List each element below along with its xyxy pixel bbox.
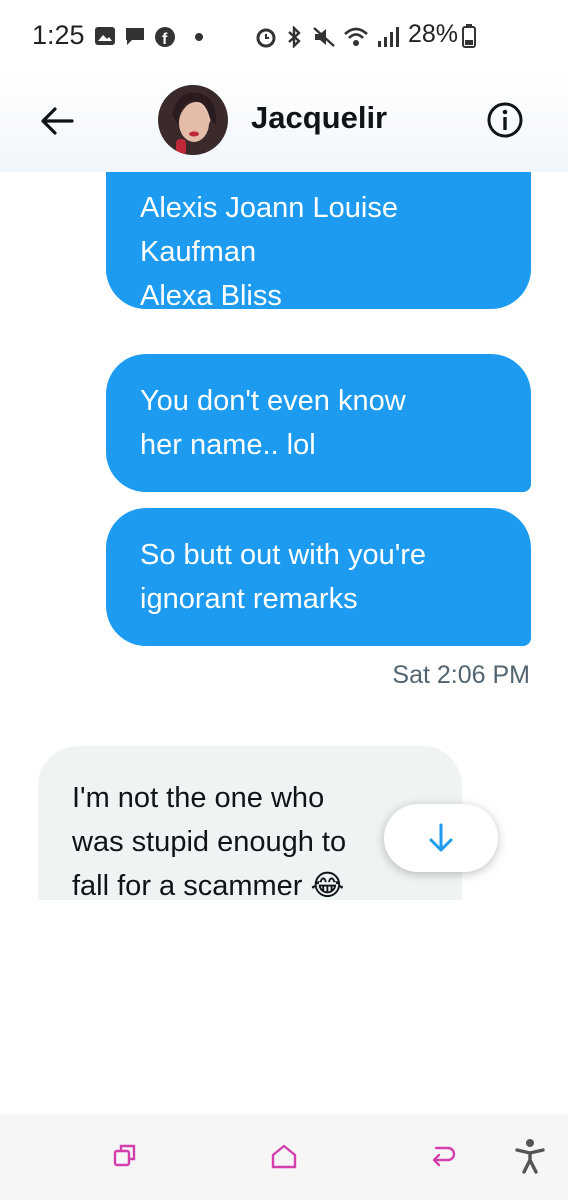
gallery-icon <box>95 27 115 45</box>
message-bubble-outgoing[interactable]: You don't even know her name.. lol <box>106 354 531 492</box>
facebook-icon: f <box>155 27 175 48</box>
battery-icon <box>462 24 476 48</box>
accessibility-button[interactable] <box>514 1138 546 1179</box>
svg-text:f: f <box>162 31 168 48</box>
arrow-down-icon <box>429 823 453 852</box>
bluetooth-icon <box>288 26 301 48</box>
message-bubble-outgoing[interactable]: Alexis Joann Louise Kaufman Alexa Bliss <box>106 172 531 312</box>
status-bar: 1:25 f 28% <box>0 0 568 72</box>
message-list[interactable]: Alexis Joann Louise Kaufman Alexa Bliss … <box>0 172 568 900</box>
info-button[interactable] <box>486 101 524 139</box>
system-navigation-bar <box>0 1114 568 1200</box>
message-timestamp: Sat 2:06 PM <box>392 661 530 689</box>
mute-icon <box>313 27 335 47</box>
info-circle-icon <box>487 102 523 138</box>
back-nav-button[interactable] <box>430 1142 458 1175</box>
dot-icon <box>195 33 203 41</box>
accessibility-icon <box>515 1139 545 1174</box>
message-icon <box>126 28 144 45</box>
profile-photo <box>172 92 217 155</box>
arrow-left-icon <box>41 107 74 135</box>
home-icon <box>271 1144 297 1169</box>
status-time: 1:25 <box>32 20 85 50</box>
scroll-to-bottom-button[interactable] <box>384 804 498 872</box>
recents-icon <box>113 1144 136 1167</box>
wifi-icon <box>344 27 368 46</box>
home-button[interactable] <box>270 1142 298 1175</box>
message-bubble-outgoing[interactable]: So butt out with you're ignorant remarks <box>106 508 531 646</box>
back-button[interactable] <box>36 99 80 143</box>
recents-button[interactable] <box>112 1142 138 1173</box>
signal-icon <box>378 27 399 47</box>
conversation-header: Jacquelir <box>0 72 568 172</box>
battery-percent: 28% <box>408 20 459 48</box>
alarm-icon <box>256 28 276 48</box>
conversation-title[interactable]: Jacquelir <box>251 100 387 136</box>
back-icon <box>432 1146 456 1167</box>
avatar[interactable] <box>158 85 228 155</box>
